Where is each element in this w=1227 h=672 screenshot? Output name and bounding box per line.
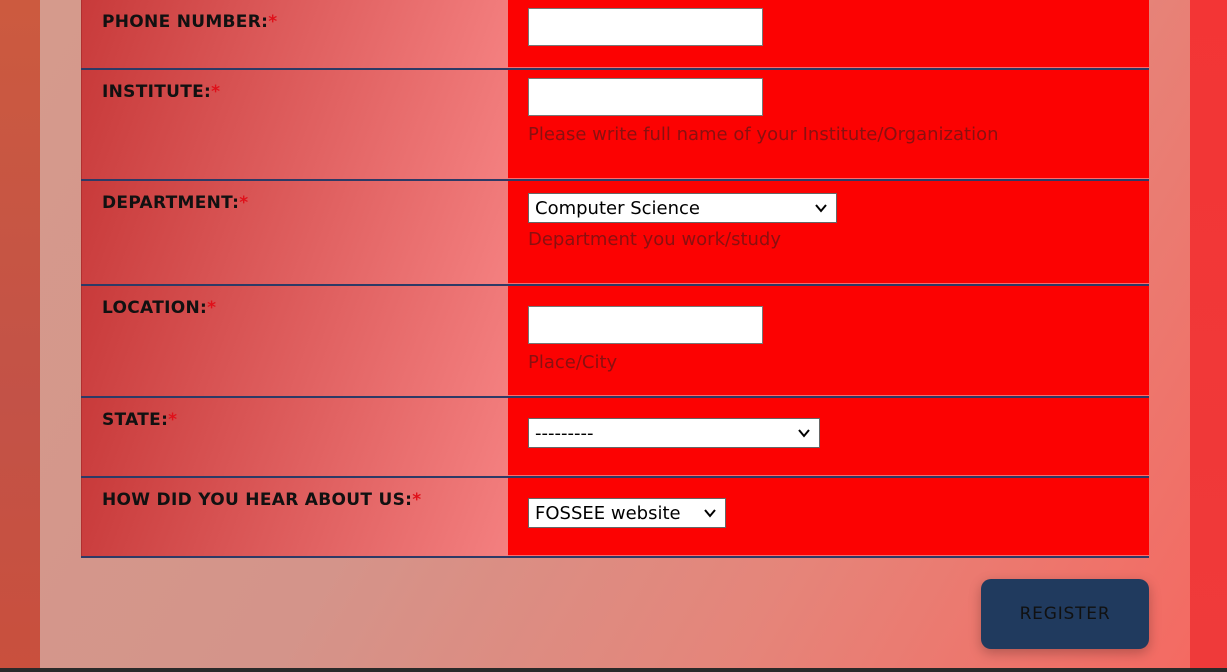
field-label-text: INSTITUTE: [102, 82, 212, 102]
registration-form: PHONE NUMBER:* INSTITUTE:* Please write … [81, 0, 1149, 558]
required-marker: * [207, 298, 217, 318]
form-row-institute: INSTITUTE:* Please write full name of yo… [81, 70, 1149, 181]
field-label-state: STATE:* [81, 398, 508, 476]
location-input[interactable] [528, 306, 763, 344]
field-label-text: DEPARTMENT: [102, 193, 240, 213]
required-marker: * [211, 82, 221, 102]
state-selected-value: --------- [535, 422, 594, 444]
field-input-cell: Please write full name of your Institute… [508, 70, 1149, 179]
field-input-cell: Computer Science Department you work/stu… [508, 181, 1149, 284]
chevron-down-icon [798, 429, 810, 438]
chevron-down-icon [704, 509, 716, 518]
field-input-cell: --------- [508, 398, 1149, 476]
department-selected-value: Computer Science [535, 197, 700, 219]
institute-help-text: Please write full name of your Institute… [528, 124, 999, 145]
field-input-cell: Place/City [508, 286, 1149, 396]
required-marker: * [412, 490, 422, 510]
field-label-location: LOCATION:* [81, 286, 508, 396]
field-label-text: STATE: [102, 410, 169, 430]
field-label-text: PHONE NUMBER: [102, 12, 269, 32]
form-row-department: DEPARTMENT:* Computer Science Department… [81, 181, 1149, 286]
page-background-right [1190, 0, 1227, 668]
field-input-cell [508, 0, 1149, 68]
form-row-referral: HOW DID YOU HEAR ABOUT US:* FOSSEE websi… [81, 478, 1149, 558]
required-marker: * [239, 193, 249, 213]
field-input-cell: FOSSEE website [508, 478, 1149, 556]
form-row-phone: PHONE NUMBER:* [81, 0, 1149, 70]
phone-number-input[interactable] [528, 8, 763, 46]
form-row-state: STATE:* --------- [81, 398, 1149, 478]
bottom-edge [0, 668, 1227, 672]
required-marker: * [168, 410, 178, 430]
field-label-referral: HOW DID YOU HEAR ABOUT US:* [81, 478, 508, 556]
field-label-department: DEPARTMENT:* [81, 181, 508, 284]
state-select[interactable]: --------- [528, 418, 820, 448]
referral-selected-value: FOSSEE website [535, 502, 681, 524]
location-help-text: Place/City [528, 352, 618, 373]
page-background-left [0, 0, 40, 668]
department-help-text: Department you work/study [528, 229, 781, 250]
field-label-text: LOCATION: [102, 298, 208, 318]
field-label-phone: PHONE NUMBER:* [81, 0, 508, 68]
chevron-down-icon [815, 204, 827, 213]
field-label-text: HOW DID YOU HEAR ABOUT US: [102, 490, 413, 510]
form-row-location: LOCATION:* Place/City [81, 286, 1149, 398]
department-select[interactable]: Computer Science [528, 193, 837, 223]
field-label-institute: INSTITUTE:* [81, 70, 508, 179]
referral-select[interactable]: FOSSEE website [528, 498, 726, 528]
institute-input[interactable] [528, 78, 763, 116]
register-button[interactable]: REGISTER [981, 579, 1149, 649]
required-marker: * [268, 12, 278, 32]
